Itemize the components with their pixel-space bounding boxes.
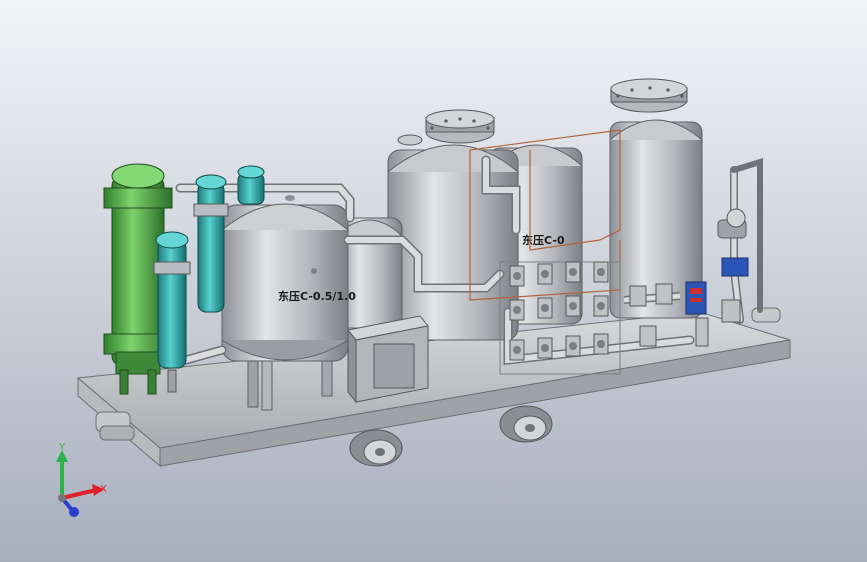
wheel-front	[349, 429, 403, 467]
tank-right-label: 东压C-0	[522, 233, 565, 247]
x-axis-label: X	[100, 484, 107, 495]
model-canvas[interactable]: 东压C-0.5/1.0 东压C-0 Y X	[0, 0, 867, 562]
control-cabinet[interactable]	[347, 315, 429, 404]
cad-viewport[interactable]: 东压C-0.5/1.0 东压C-0 Y X	[0, 0, 867, 562]
wheel-rear	[499, 405, 553, 443]
filter-2[interactable]	[193, 174, 229, 313]
air-receiver-tank[interactable]: 东压C-0.5/1.0	[221, 195, 356, 362]
tank-left-label: 东压C-0.5/1.0	[278, 289, 356, 303]
y-axis-label: Y	[58, 442, 66, 453]
filter-3[interactable]	[237, 165, 265, 205]
